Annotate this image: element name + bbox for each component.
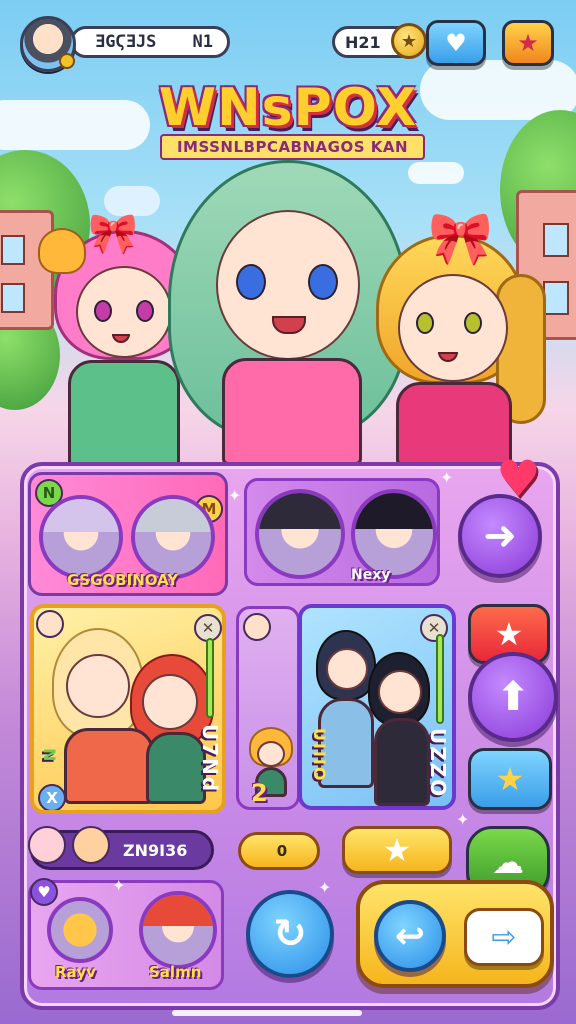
sparkle-icon: ✦ — [112, 876, 126, 895]
character-portrait — [351, 489, 437, 579]
arrow-right-icon: ➜ — [483, 513, 517, 559]
action-panel-yellow: ↩ ⇨ — [356, 880, 554, 988]
card-x-badge: X — [38, 784, 66, 810]
counter-text: 0 — [276, 842, 288, 860]
coin-amount: H21 — [345, 32, 381, 52]
star-icon: ★ — [382, 831, 412, 869]
sparkle-icon: ✦ — [318, 878, 332, 897]
card-mini-portrait — [243, 613, 271, 641]
star-icon: ★ — [494, 615, 524, 653]
score-text: ZN9I36 — [123, 840, 188, 860]
arrow-right-icon: ⇨ — [491, 919, 517, 955]
team-card-top-left[interactable]: N M GSGOBINOAY — [28, 472, 228, 596]
player-avatar[interactable] — [20, 16, 76, 72]
game-subtitle: IMSSNLBPCABNAGOS KAN — [160, 134, 425, 160]
player-name-bar[interactable]: ƎGϚƎJS N1 — [70, 26, 230, 58]
player-name: ƎGϚƎJS — [95, 32, 157, 52]
team-card-top-middle[interactable]: Nexy — [244, 478, 440, 586]
star-yellow-button[interactable]: ★ — [342, 826, 452, 874]
sparkle-icon: ✦ — [228, 486, 242, 505]
coin-counter[interactable]: H21 ★ — [332, 23, 427, 59]
character-green-hair-girl — [168, 160, 408, 465]
arrow-back-icon: ↩ — [394, 915, 426, 957]
character-portrait — [131, 495, 215, 579]
friend-name-two: Salmn — [149, 963, 202, 981]
heart-icon: ♥ — [30, 878, 58, 906]
friends-card[interactable]: Rayv Salmn — [28, 880, 224, 990]
bow-icon: 🎀 — [428, 209, 493, 269]
character-duo-dark-hair — [316, 622, 436, 806]
home-indicator — [172, 1010, 362, 1016]
character-blonde-with-redhead — [52, 628, 214, 808]
up-arrow-button[interactable]: ⬆ — [468, 652, 558, 742]
sparkle-icon: ✦ — [440, 468, 454, 487]
team-name: GSGOBINOAY — [67, 571, 179, 589]
character-small-orange — [38, 222, 88, 282]
cloud — [408, 162, 464, 184]
stat-bar — [436, 634, 444, 724]
star-icon: ★ — [495, 760, 525, 798]
friend-mini-portrait — [28, 826, 66, 864]
card-side-number: 2 — [251, 779, 268, 807]
character-card-thin[interactable]: 2 — [236, 606, 300, 810]
card-stat: UZZO — [426, 728, 450, 799]
level-badge-icon — [59, 53, 75, 69]
refresh-icon: ↻ — [273, 911, 307, 957]
favorites-button[interactable]: ♥ — [426, 20, 486, 66]
heart-icon: ♥ — [445, 29, 467, 57]
friend-name-one: Rayv — [55, 963, 96, 981]
arrow-up-icon: ⬆ — [496, 674, 530, 720]
star-icon: ★ — [517, 29, 539, 57]
character-blonde-girl: 🎀 — [376, 209, 556, 466]
character-portrait — [39, 495, 123, 579]
sparkle-icon: ✦ — [456, 810, 470, 829]
stat-bar — [206, 638, 214, 718]
friend-mini-portrait — [72, 826, 110, 864]
team-name: Nexy — [351, 567, 391, 583]
friend-portrait — [139, 891, 217, 969]
rewards-button[interactable]: ★ — [502, 20, 554, 66]
bow-icon: 🎀 — [88, 211, 138, 257]
character-card-left[interactable]: ✕ U7Nd N X — [30, 604, 226, 814]
refresh-button[interactable]: ↻ — [246, 890, 334, 978]
star-blue-button[interactable]: ★ — [468, 748, 552, 810]
cloud-icon: ☁ — [492, 843, 524, 881]
heart-icon: ♥ — [496, 450, 541, 508]
card-stat: U7Nd — [198, 724, 222, 794]
friend-portrait — [47, 897, 113, 963]
forward-button[interactable]: ⇨ — [464, 908, 544, 966]
back-button[interactable]: ↩ — [374, 900, 446, 972]
player-level: N1 — [192, 32, 213, 52]
card-side-text: N — [40, 748, 59, 764]
game-title: WNsPOX — [158, 78, 418, 138]
character-card-right[interactable]: ✕ UZZO UIIIO — [298, 604, 456, 810]
card-sub-stat: UIIIO — [310, 728, 329, 783]
counter-pill[interactable]: 0 — [238, 832, 320, 870]
top-hud: ƎGϚƎJS N1 H21 ★ ♥ ★ — [14, 12, 562, 72]
character-portrait — [255, 489, 345, 579]
coin-icon: ★ — [391, 23, 427, 59]
